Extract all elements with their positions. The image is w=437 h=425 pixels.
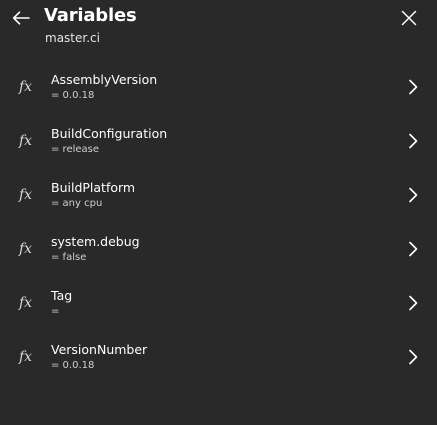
function-icon: fx [19,133,33,149]
variable-name: VersionNumber [51,342,148,357]
variable-value: = false [51,252,87,263]
function-icon: fx [19,295,33,311]
list-item-buildconfiguration[interactable]: fx BuildConfiguration = release [0,115,437,169]
close-button[interactable] [397,6,421,30]
chevron-right-icon [407,349,419,365]
variable-value: = release [51,144,100,155]
function-icon: fx [19,79,33,95]
variable-name: system.debug [51,234,140,249]
list-item-system-debug[interactable]: fx system.debug = false [0,223,437,277]
chevron-right-icon [407,187,419,203]
variables-list: fx AssemblyVersion = 0.0.18 fx BuildConf… [0,61,437,385]
list-item-assemblyversion[interactable]: fx AssemblyVersion = 0.0.18 [0,61,437,115]
back-button[interactable] [8,6,34,30]
chevron-right-icon [407,133,419,149]
list-item-tag[interactable]: fx Tag = [0,277,437,331]
variable-name: Tag [51,288,73,303]
variable-value: = 0.0.18 [51,360,95,371]
chevron-right-icon [407,241,419,257]
chevron-right-icon [407,295,419,311]
variable-name: AssemblyVersion [51,72,158,87]
panel-header: Variables master.ci [0,0,437,60]
variables-panel: Variables master.ci fx AssemblyVersion =… [0,0,437,425]
page-subtitle: master.ci [45,31,100,45]
variable-name: BuildConfiguration [51,126,168,141]
arrow-left-icon [12,11,30,25]
function-icon: fx [19,349,33,365]
variable-value: = any cpu [51,198,103,209]
page-title: Variables [44,5,137,26]
function-icon: fx [19,187,33,203]
list-item-buildplatform[interactable]: fx BuildPlatform = any cpu [0,169,437,223]
function-icon: fx [19,241,33,257]
variable-value: = [51,306,60,317]
list-item-versionnumber[interactable]: fx VersionNumber = 0.0.18 [0,331,437,385]
variable-value: = 0.0.18 [51,90,95,101]
close-icon [401,10,417,26]
variable-name: BuildPlatform [51,180,136,195]
chevron-right-icon [407,79,419,95]
